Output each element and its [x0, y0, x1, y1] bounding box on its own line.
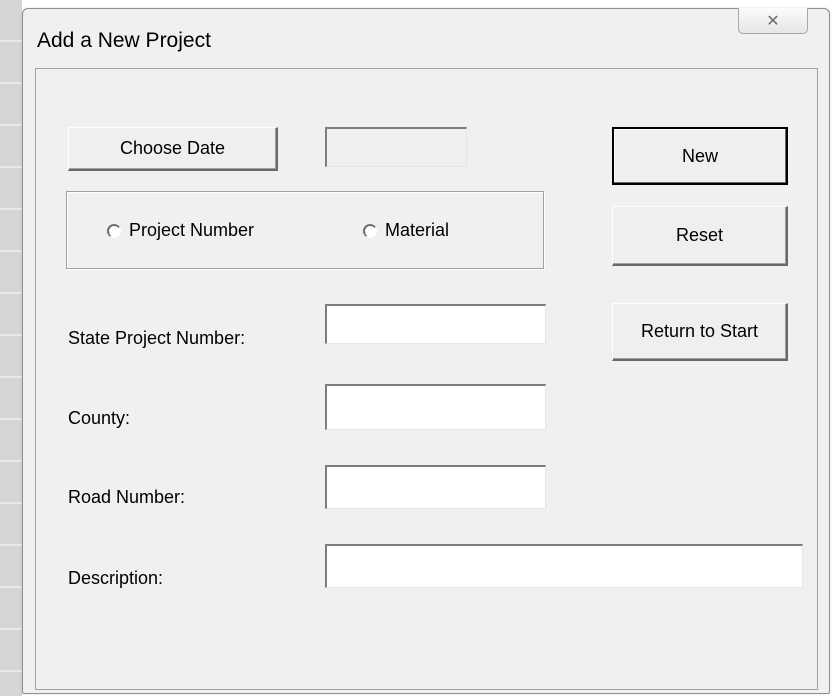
state-project-number-label: State Project Number: — [68, 328, 246, 348]
description-label: Description: — [68, 568, 164, 588]
radio-material[interactable]: Material — [363, 220, 449, 241]
background-spreadsheet-edge — [0, 0, 22, 696]
add-project-dialog: Add a New Project ✕ Choose Date Project … — [22, 8, 830, 694]
reset-button[interactable]: Reset — [612, 206, 788, 266]
return-to-start-button[interactable]: Return to Start — [612, 303, 788, 361]
road-number-label: Road Number: — [68, 487, 186, 507]
search-type-group: Project Number Material — [66, 191, 544, 269]
close-button[interactable]: ✕ — [738, 8, 808, 34]
county-label: County: — [68, 408, 131, 428]
state-project-number-field[interactable] — [325, 304, 546, 344]
date-display-field[interactable] — [325, 127, 467, 167]
close-icon: ✕ — [766, 12, 780, 30]
dialog-title: Add a New Project — [37, 29, 211, 52]
new-button[interactable]: New — [612, 127, 788, 185]
radio-project-number[interactable]: Project Number — [107, 220, 254, 241]
county-field[interactable] — [325, 384, 546, 430]
radio-project-number-circle[interactable] — [107, 223, 121, 238]
radio-material-circle[interactable] — [363, 223, 377, 238]
dialog-client-area: Choose Date Project Number Material Stat… — [35, 68, 818, 690]
radio-material-label: Material — [385, 220, 450, 240]
description-field[interactable] — [325, 544, 803, 588]
radio-project-number-label: Project Number — [129, 220, 255, 240]
road-number-field[interactable] — [325, 465, 546, 509]
choose-date-button[interactable]: Choose Date — [68, 127, 278, 171]
